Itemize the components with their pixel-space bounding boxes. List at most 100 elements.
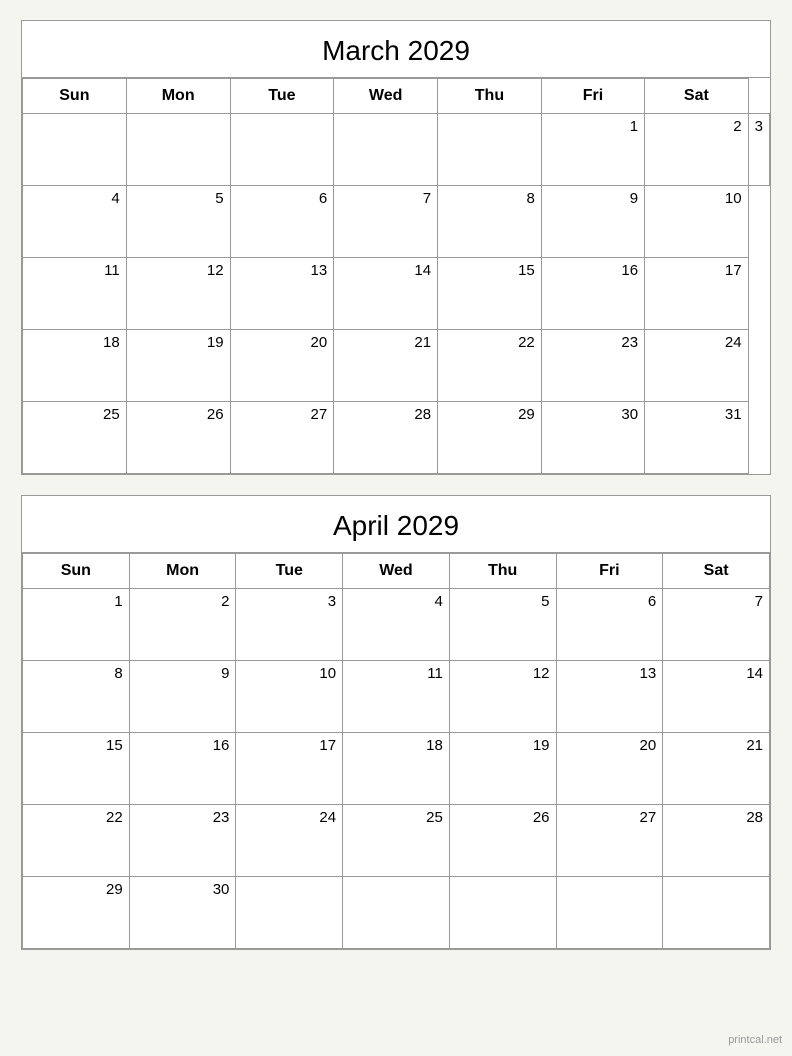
day-header-thu: Thu [449,554,556,589]
table-row: 45678910 [23,186,770,258]
calendar-day-cell: 7 [334,186,438,258]
calendar-day-cell: 23 [541,330,644,402]
calendar-day-cell: 23 [129,805,236,877]
day-header-thu: Thu [438,79,542,114]
calendar-day-cell: 26 [449,805,556,877]
calendar-day-cell: 30 [129,877,236,949]
calendar-grid-april-2029: SunMonTueWedThuFriSat1234567891011121314… [22,553,770,949]
calendar-title-march-2029: March 2029 [22,21,770,78]
calendar-day-cell: 31 [645,402,749,474]
day-header-mon: Mon [129,554,236,589]
calendar-day-cell: 25 [343,805,450,877]
day-header-sat: Sat [663,554,770,589]
day-header-tue: Tue [236,554,343,589]
table-row: 2930 [23,877,770,949]
calendar-day-cell: 17 [236,733,343,805]
table-row: 18192021222324 [23,330,770,402]
calendar-day-cell [343,877,450,949]
calendar-day-cell: 11 [343,661,450,733]
calendar-day-cell: 20 [556,733,663,805]
calendar-day-cell: 24 [645,330,749,402]
calendar-day-cell: 29 [23,877,130,949]
calendar-day-cell: 11 [23,258,127,330]
table-row: 11121314151617 [23,258,770,330]
calendar-day-cell: 12 [126,258,230,330]
calendar-day-cell: 19 [126,330,230,402]
table-row: 1234567 [23,589,770,661]
day-header-wed: Wed [334,79,438,114]
calendar-day-cell [663,877,770,949]
calendar-day-cell: 13 [230,258,334,330]
calendar-day-cell: 21 [663,733,770,805]
calendar-day-cell: 25 [23,402,127,474]
day-header-wed: Wed [343,554,450,589]
calendar-day-cell: 8 [438,186,542,258]
calendar-day-cell: 6 [230,186,334,258]
calendar-day-cell: 14 [334,258,438,330]
calendar-day-cell: 1 [541,114,644,186]
calendar-day-cell: 21 [334,330,438,402]
table-row: 15161718192021 [23,733,770,805]
calendar-day-cell: 22 [438,330,542,402]
calendar-day-cell: 28 [334,402,438,474]
calendar-day-cell: 6 [556,589,663,661]
calendar-grid-march-2029: SunMonTueWedThuFriSat1234567891011121314… [22,78,770,474]
calendar-day-cell: 18 [343,733,450,805]
table-row: 891011121314 [23,661,770,733]
calendar-day-cell [556,877,663,949]
calendar-day-cell: 26 [126,402,230,474]
calendar-day-cell: 29 [438,402,542,474]
calendar-day-cell: 19 [449,733,556,805]
calendar-day-cell: 24 [236,805,343,877]
calendar-day-cell: 10 [645,186,749,258]
calendar-day-cell: 9 [129,661,236,733]
calendar-day-cell: 28 [663,805,770,877]
calendar-day-cell [23,114,127,186]
calendar-day-cell: 9 [541,186,644,258]
day-header-sat: Sat [645,79,749,114]
calendar-day-cell: 17 [645,258,749,330]
calendar-day-cell: 3 [748,114,769,186]
calendar-day-cell [334,114,438,186]
calendar-day-cell: 3 [236,589,343,661]
calendar-day-cell: 10 [236,661,343,733]
calendar-day-cell: 18 [23,330,127,402]
calendar-day-cell: 27 [556,805,663,877]
day-header-fri: Fri [556,554,663,589]
calendar-day-cell: 2 [645,114,749,186]
day-header-sun: Sun [23,79,127,114]
day-header-sun: Sun [23,554,130,589]
table-row: 123 [23,114,770,186]
calendar-day-cell: 22 [23,805,130,877]
calendar-day-cell: 20 [230,330,334,402]
calendar-day-cell: 14 [663,661,770,733]
calendar-day-cell [126,114,230,186]
calendar-day-cell: 4 [343,589,450,661]
calendar-day-cell: 5 [126,186,230,258]
calendar-day-cell: 12 [449,661,556,733]
calendar-day-cell: 15 [438,258,542,330]
calendar-day-cell: 30 [541,402,644,474]
day-header-fri: Fri [541,79,644,114]
calendar-day-cell: 15 [23,733,130,805]
day-header-mon: Mon [126,79,230,114]
calendar-day-cell: 4 [23,186,127,258]
day-header-tue: Tue [230,79,334,114]
calendar-day-cell: 27 [230,402,334,474]
calendar-day-cell: 16 [129,733,236,805]
table-row: 22232425262728 [23,805,770,877]
calendar-day-cell: 16 [541,258,644,330]
calendar-day-cell [438,114,542,186]
table-row: 25262728293031 [23,402,770,474]
calendar-day-cell: 8 [23,661,130,733]
calendar-day-cell: 7 [663,589,770,661]
calendar-title-april-2029: April 2029 [22,496,770,553]
calendar-day-cell [230,114,334,186]
calendar-day-cell: 1 [23,589,130,661]
calendar-day-cell: 2 [129,589,236,661]
watermark: printcal.net [728,1034,782,1046]
calendar-day-cell [449,877,556,949]
calendar-day-cell [236,877,343,949]
calendar-april-2029: April 2029SunMonTueWedThuFriSat123456789… [21,495,771,950]
calendar-day-cell: 13 [556,661,663,733]
